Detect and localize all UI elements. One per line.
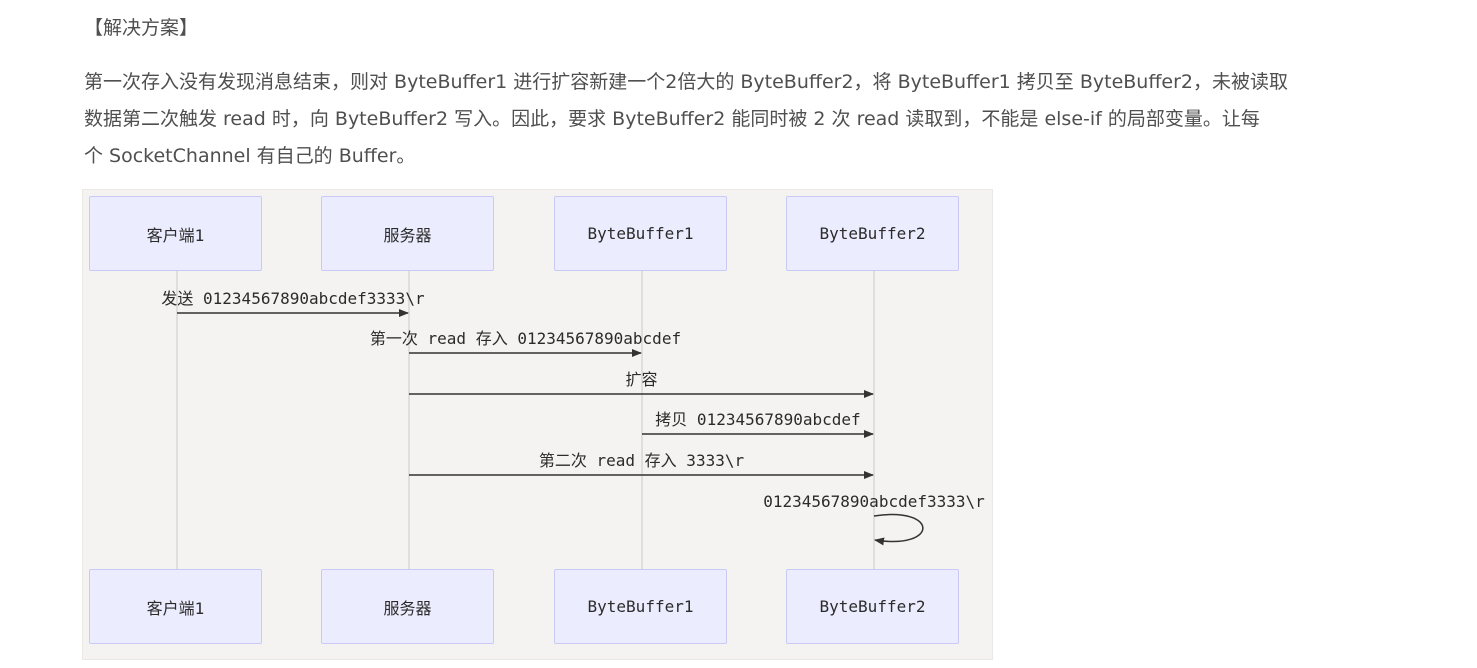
participant-label: 服务器: [383, 598, 432, 618]
participant-label: ByteBuffer1: [587, 597, 694, 616]
msg-first-read-label: 第一次 read 存入 01234567890abcdef: [370, 329, 681, 348]
participant-client1-top: 客户端1: [89, 196, 262, 271]
msg-send-label: 发送 01234567890abcdef3333\r: [161, 289, 425, 308]
participant-bytebuffer1-top: ByteBuffer1: [554, 196, 727, 271]
participant-label: ByteBuffer1: [587, 224, 694, 243]
sequence-diagram: 发送 01234567890abcdef3333\r 第一次 read 存入 01…: [82, 189, 993, 660]
participant-label: 客户端1: [146, 598, 205, 618]
msg-expand-label: 扩容: [625, 370, 657, 389]
participant-label: ByteBuffer2: [819, 224, 926, 243]
msg-self-arrow: [873, 513, 924, 546]
msg-copy-label: 拷贝 01234567890abcdef: [655, 410, 860, 429]
msg-second-read-label: 第二次 read 存入 3333\r: [539, 451, 745, 470]
participant-label: ByteBuffer2: [819, 597, 926, 616]
participant-label: 客户端1: [146, 225, 205, 245]
description-paragraph: 第一次存入没有发现消息结束，则对 ByteBuffer1 进行扩容新建一个2倍大…: [84, 64, 1344, 175]
participant-client1-bottom: 客户端1: [89, 569, 262, 644]
paragraph-line: 个 SocketChannel 有自己的 Buffer。: [84, 145, 416, 167]
paragraph-line: 数据第二次触发 read 时，向 ByteBuffer2 写入。因此，要求 By…: [84, 108, 1260, 130]
paragraph-line: 第一次存入没有发现消息结束，则对 ByteBuffer1 进行扩容新建一个2倍大…: [84, 71, 1289, 93]
participant-bytebuffer2-bottom: ByteBuffer2: [786, 569, 959, 644]
participant-server-top: 服务器: [321, 196, 494, 271]
participant-label: 服务器: [383, 225, 432, 245]
msg-self-label: 01234567890abcdef3333\r: [763, 492, 985, 511]
participant-server-bottom: 服务器: [321, 569, 494, 644]
participant-bytebuffer2-top: ByteBuffer2: [786, 196, 959, 271]
participant-bytebuffer1-bottom: ByteBuffer1: [554, 569, 727, 644]
section-heading: 【解决方案】: [84, 17, 199, 39]
